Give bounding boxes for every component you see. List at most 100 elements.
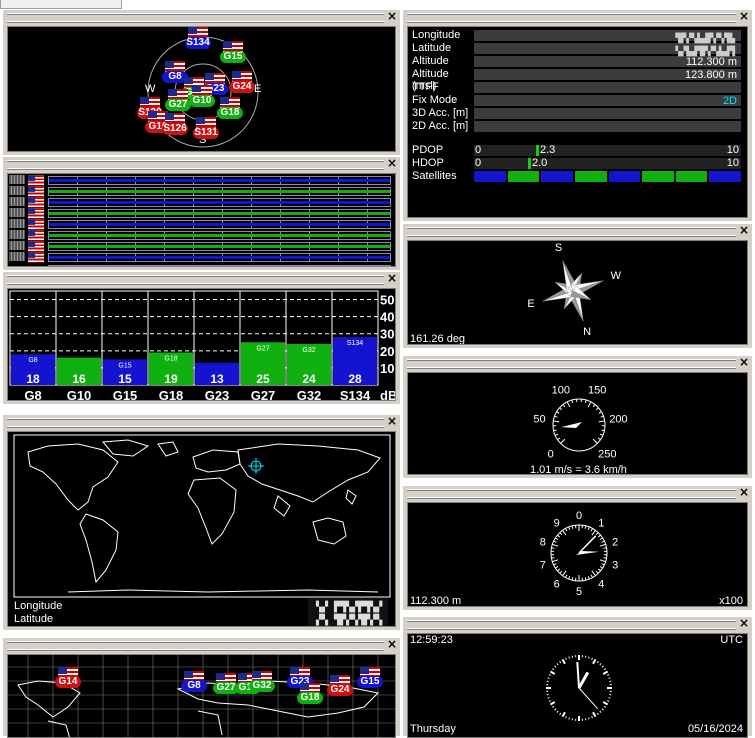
altimeter-tick (555, 538, 558, 540)
satellite-marker[interactable]: G8 (181, 680, 207, 692)
history-row-label (9, 230, 25, 239)
altimeter-scale-label: 8 (540, 536, 546, 548)
panel-titlebar[interactable]: × (3, 157, 400, 171)
signal-history-panel: × (3, 157, 400, 270)
info-value-field (474, 108, 741, 119)
close-icon[interactable]: × (386, 157, 398, 170)
panel-titlebar[interactable]: × (403, 617, 752, 631)
speed-tick (553, 421, 559, 422)
speed-tick (572, 400, 573, 403)
satellite-marker[interactable]: G32 (249, 680, 275, 692)
hdop-min: 0 (475, 157, 481, 169)
clock-tick (550, 672, 554, 675)
compass-rose-icon (408, 241, 748, 345)
satellite-marker[interactable]: G15 (220, 51, 246, 63)
altimeter-tick (592, 530, 596, 535)
close-icon[interactable]: × (386, 10, 398, 23)
satellites-row: Satellites (412, 170, 741, 183)
speed-tick (599, 421, 605, 422)
speed-tick (557, 412, 560, 414)
info-label: Fix Mode (412, 94, 472, 106)
clock-second-hand (579, 688, 598, 709)
satellite-marker[interactable]: S126 (162, 123, 188, 135)
satellite-marker[interactable]: S134 (185, 37, 211, 49)
hdop-label: HDOP (412, 157, 472, 169)
close-icon[interactable]: × (386, 638, 398, 651)
close-icon[interactable]: × (738, 486, 750, 499)
panel-titlebar[interactable]: × (403, 486, 752, 500)
satellite-marker[interactable]: G24 (327, 684, 353, 696)
signal-bar-inner-label: S134 (347, 340, 363, 347)
panel-titlebar[interactable]: × (3, 10, 400, 24)
skyplot-west: W (145, 83, 155, 95)
satellite-marker[interactable]: G10 (189, 95, 215, 107)
info-value-field: 123.800 m (474, 69, 741, 80)
altimeter-tick (585, 577, 586, 580)
signal-bar-inner-label: G27 (256, 345, 269, 352)
satellite-marker[interactable]: G14 (55, 676, 81, 688)
close-icon[interactable]: × (386, 415, 398, 428)
speed-scale-label: 100 (552, 384, 570, 396)
satellite-marker[interactable]: G15 (357, 676, 383, 688)
altimeter-tick (592, 571, 596, 576)
position-info-panel: × LongitudeLatitudeAltitude112.300 mAlti… (403, 10, 752, 221)
speed-needle (561, 422, 582, 428)
signal-value-label: 13 (210, 372, 224, 386)
close-icon[interactable]: × (738, 356, 750, 369)
close-icon[interactable]: × (738, 617, 750, 630)
altimeter-tick (596, 533, 598, 535)
panel-titlebar[interactable]: × (403, 224, 752, 238)
position-marker-icon (248, 458, 264, 474)
info-row: TTFF (412, 81, 741, 94)
satellite-map-panel: × G14G8G27G10G32G23G (3, 638, 400, 736)
altimeter-tick (560, 571, 562, 573)
panel-titlebar[interactable]: × (3, 638, 400, 652)
altimeter-tick (566, 575, 567, 578)
pdop-indicator (536, 145, 539, 156)
satellite-marker[interactable]: G27 (165, 99, 191, 111)
history-axis (48, 265, 391, 267)
heading-readout: 161.26 deg (410, 333, 465, 345)
flag-icon (28, 230, 44, 240)
history-row-label (9, 208, 25, 217)
satellite-indicator (541, 171, 573, 182)
satellite-indicator (575, 171, 607, 182)
clock-tick (603, 672, 607, 675)
clock-tick (589, 717, 590, 719)
satellite-marker[interactable]: S131 (193, 127, 219, 139)
panel-titlebar[interactable]: × (3, 415, 400, 429)
tab-stub[interactable] (0, 0, 122, 9)
panel-titlebar[interactable]: × (3, 272, 400, 286)
close-icon[interactable]: × (386, 272, 398, 285)
altimeter-tick (563, 530, 567, 535)
close-icon[interactable]: × (738, 10, 750, 23)
satellites-bar (474, 171, 741, 182)
hdop-indicator (528, 158, 531, 169)
flag-icon (28, 197, 44, 207)
clock-tick (607, 675, 609, 676)
history-row-bar (48, 242, 391, 251)
clock-tick (589, 657, 590, 659)
hdop-value: 2.0 (532, 157, 547, 169)
satellite-marker[interactable]: G24 (229, 81, 255, 93)
altimeter-tick (552, 544, 558, 546)
history-row-label (9, 241, 25, 250)
info-row: 2D Acc. [m] (412, 120, 741, 133)
altimeter-tick (554, 564, 557, 565)
signal-value-label: 25 (256, 372, 270, 386)
unit-label: dB (380, 388, 396, 401)
panel-titlebar[interactable]: × (403, 356, 752, 370)
signal-value-label: 19 (164, 372, 178, 386)
info-value: 112.300 m (686, 56, 737, 68)
history-row-label (9, 197, 25, 206)
signal-bar-inner-label: G15 (118, 362, 131, 369)
panel-titlebar[interactable]: × (403, 10, 752, 24)
clock-tick (592, 716, 593, 718)
info-label: TTFF (412, 81, 472, 93)
satellite-marker[interactable]: G18 (297, 692, 323, 704)
close-icon[interactable]: × (738, 224, 750, 237)
satellite-marker[interactable]: G18 (217, 107, 243, 119)
history-row-label (9, 175, 25, 184)
info-label: 2D Acc. [m] (412, 120, 472, 132)
pdop-max: 10 (727, 144, 739, 156)
